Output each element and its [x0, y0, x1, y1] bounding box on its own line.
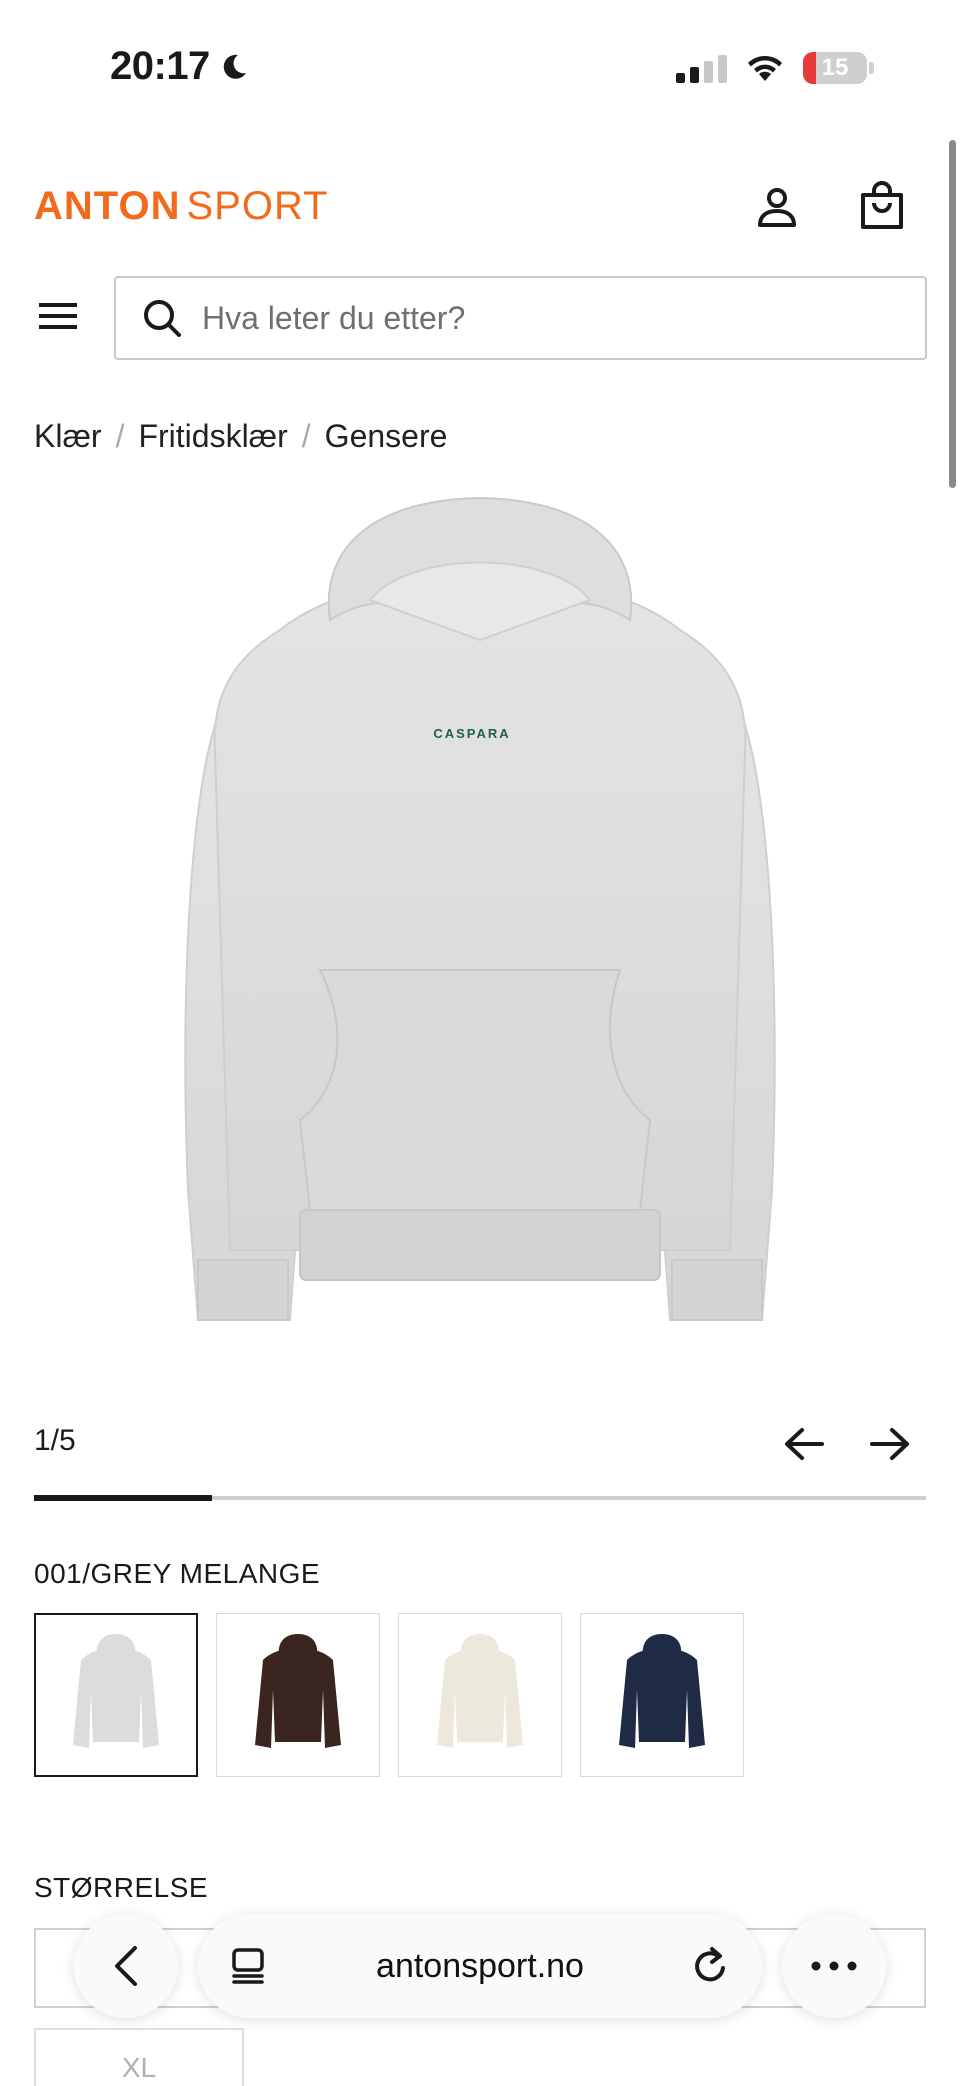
gallery-progress-bar	[34, 1495, 926, 1501]
battery-level: 15	[821, 54, 849, 81]
breadcrumb-separator: /	[301, 418, 311, 454]
search-input[interactable]	[202, 299, 882, 337]
breadcrumb: Klær / Fritidsklær / Gensere	[34, 418, 447, 455]
breadcrumb-separator: /	[115, 418, 125, 454]
grey-hoodie-image: CASPARA	[184, 496, 776, 1321]
search-bar[interactable]	[114, 276, 927, 360]
hamburger-menu-icon	[39, 303, 77, 329]
reload-icon[interactable]	[688, 1944, 732, 1988]
hoodie-thumbnail	[619, 1634, 705, 1748]
product-image[interactable]: CASPARA	[170, 490, 790, 1400]
breadcrumb-item-gensere[interactable]: Gensere	[325, 418, 448, 455]
browser-toolbar: antonsport.no	[0, 1902, 960, 2022]
browser-more-button[interactable]	[782, 1914, 886, 2018]
color-swatch[interactable]	[580, 1613, 744, 1777]
account-button[interactable]	[750, 180, 804, 234]
hoodie-print-text: CASPARA	[433, 726, 510, 741]
color-swatch[interactable]	[34, 1613, 198, 1777]
battery-icon: 15	[803, 52, 874, 84]
hoodie-thumbnail	[437, 1634, 523, 1748]
status-bar: 20:17 15	[0, 0, 960, 140]
moon-icon	[223, 54, 246, 79]
page-scrollbar[interactable]	[949, 140, 956, 488]
next-image-button[interactable]	[868, 1424, 912, 1464]
status-time: 20:17	[110, 44, 210, 88]
gallery-counter: 1/5	[34, 1424, 76, 1457]
logo-secondary: SPORT	[186, 184, 329, 228]
wifi-icon	[748, 55, 782, 81]
cellular-signal-icon	[676, 53, 727, 83]
anton-sport-logo[interactable]: ANTON SPORT	[34, 184, 329, 229]
color-label: 001/GREY MELANGE	[34, 1558, 321, 1589]
browser-back-button[interactable]	[74, 1914, 178, 2018]
color-swatches	[34, 1613, 744, 1777]
previous-image-button[interactable]	[782, 1424, 826, 1464]
status-icons: 15	[676, 52, 874, 84]
user-icon	[758, 188, 796, 227]
breadcrumb-item-klaer[interactable]: Klær	[34, 418, 102, 455]
cart-button[interactable]	[854, 176, 910, 236]
browser-address-bar[interactable]: antonsport.no	[198, 1914, 762, 2018]
size-label: STØRRELSE	[34, 1872, 209, 1903]
arrow-right-icon	[870, 1428, 909, 1460]
chevron-left-icon	[115, 1946, 137, 1986]
search-icon	[144, 300, 181, 337]
status-clock: 20:17	[110, 44, 250, 89]
hoodie-thumbnail	[73, 1634, 159, 1748]
gallery-progress-fill	[34, 1495, 213, 1501]
breadcrumb-item-fritidsklaer[interactable]: Fritidsklær	[138, 418, 287, 455]
logo-primary: ANTON	[34, 184, 181, 228]
menu-button[interactable]	[34, 296, 82, 336]
tabs-icon[interactable]	[228, 1946, 268, 1986]
color-swatch[interactable]	[216, 1613, 380, 1777]
color-swatch[interactable]	[398, 1613, 562, 1777]
browser-url[interactable]: antonsport.no	[298, 1914, 662, 2018]
size-option-xl[interactable]: XL	[34, 2028, 244, 2086]
ellipsis-icon	[811, 1961, 857, 1971]
hoodie-thumbnail	[255, 1634, 341, 1748]
arrow-left-icon	[785, 1428, 824, 1460]
shopping-bag-icon	[861, 181, 903, 229]
